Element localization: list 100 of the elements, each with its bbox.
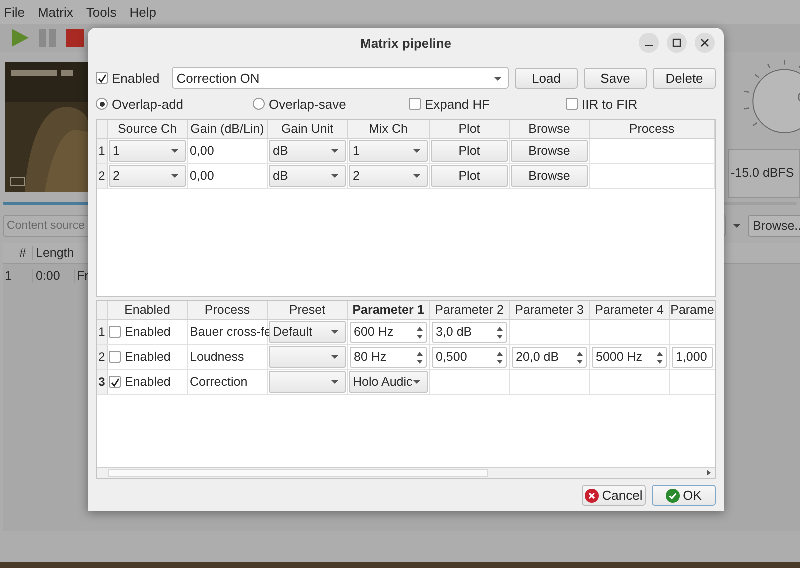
column-header: Process: [188, 301, 268, 319]
menu-item[interactable]: Matrix: [38, 4, 74, 20]
table-cell-text: Correction: [189, 375, 248, 389]
table-cell: 0:00: [32, 269, 74, 283]
close-icon[interactable]: [694, 32, 716, 54]
column-header: Source Ch: [108, 120, 188, 138]
row-header: 1: [97, 320, 108, 344]
cell-button[interactable]: Browse: [511, 165, 588, 187]
caret-icon: [171, 149, 179, 154]
level-reading: -15.0 dBFS: [728, 148, 800, 198]
spin-field[interactable]: 3,0 dB: [432, 322, 507, 342]
action-button[interactable]: Delete: [653, 68, 716, 88]
cell-dropdown[interactable]: dB: [269, 165, 346, 187]
column-header: Parameter 1: [348, 301, 430, 319]
cell-dropdown[interactable]: 2: [109, 165, 186, 187]
column-header: Browse: [510, 120, 590, 138]
checkbox-label: Enabled: [125, 325, 171, 339]
action-button[interactable]: Load: [515, 68, 578, 88]
checkbox-label: Enabled: [125, 375, 171, 389]
scroll-right-icon[interactable]: [705, 469, 713, 477]
checkbox[interactable]: [109, 351, 121, 363]
spin-arrows-icon: [496, 350, 504, 366]
menu-item[interactable]: File: [4, 4, 25, 20]
preset-dropdown[interactable]: Correction ON: [172, 67, 509, 89]
pause-icon[interactable]: [38, 28, 58, 48]
horizontal-scrollbar[interactable]: [97, 467, 715, 478]
column-header: Process: [590, 120, 715, 138]
row-header: 3: [97, 370, 108, 394]
column-header: Parame: [670, 301, 715, 319]
cell-dropdown[interactable]: 1: [109, 140, 186, 162]
spin-arrows-icon: [656, 350, 664, 366]
dialog-button[interactable]: OK: [652, 485, 716, 506]
cell-dropdown[interactable]: dB: [269, 140, 346, 162]
column-header: #: [18, 246, 28, 260]
cell-dropdown[interactable]: [269, 346, 346, 368]
option-label: IIR to FIR: [582, 96, 638, 112]
caret-icon: [331, 330, 339, 335]
cell-button[interactable]: Plot: [431, 165, 508, 187]
spin-field[interactable]: 0,500: [432, 346, 507, 368]
spin-field[interactable]: 80 Hz: [350, 346, 427, 368]
spin-field[interactable]: 600 Hz: [350, 322, 427, 342]
column-header: Parameter 4: [590, 301, 670, 319]
column-header: Gain (dB/Lin): [188, 120, 268, 138]
cell-dropdown[interactable]: 2: [349, 165, 428, 187]
column-header: Gain Unit: [268, 120, 348, 138]
spin-field[interactable]: 20,0 dB: [512, 346, 587, 368]
play-icon[interactable]: [10, 28, 30, 48]
dialog-button[interactable]: Cancel: [582, 485, 646, 506]
checkbox-label: Enabled: [125, 350, 171, 364]
action-button[interactable]: Save: [584, 68, 647, 88]
checkbox[interactable]: [409, 98, 421, 110]
table-cell-text: 0,00: [189, 169, 214, 183]
cell-button[interactable]: Browse: [511, 140, 588, 162]
cell-dropdown[interactable]: [269, 371, 346, 393]
menu-item[interactable]: Tools: [86, 4, 117, 20]
table-cell-text: 0,00: [189, 144, 214, 158]
column-header: Parameter 2: [430, 301, 510, 319]
column-header: Plot: [430, 120, 510, 138]
cell-dropdown[interactable]: Holo Audic: [349, 371, 428, 393]
column-header: Preset: [268, 301, 348, 319]
caret-icon: [413, 380, 421, 385]
checkbox[interactable]: [109, 376, 121, 388]
column-header: Length: [32, 246, 74, 260]
ok-icon: [666, 488, 680, 502]
minimize-icon[interactable]: [638, 32, 660, 54]
row-header: 2: [97, 164, 108, 188]
row-header: 2: [97, 345, 108, 369]
row-number: 1: [4, 269, 13, 283]
column-header: Enabled: [108, 301, 188, 319]
spin-field[interactable]: 1,000: [672, 346, 713, 368]
spin-field[interactable]: 5000 Hz: [592, 346, 667, 368]
caret-icon: [171, 174, 179, 179]
spin-arrows-icon: [496, 324, 504, 340]
caret-icon: [493, 76, 503, 82]
spin-arrows-icon: [416, 350, 424, 366]
caret-icon: [331, 380, 339, 385]
option-label: Overlap-save: [269, 96, 346, 112]
cell-dropdown[interactable]: Default: [269, 321, 346, 343]
spin-arrows-icon: [416, 324, 424, 340]
checkbox[interactable]: [109, 326, 121, 338]
row-header: 1: [97, 139, 108, 163]
option-label: Overlap-add: [112, 96, 184, 112]
radio-button[interactable]: [96, 98, 108, 110]
cell-button[interactable]: Plot: [431, 140, 508, 162]
caret-icon: [413, 149, 421, 154]
checkbox[interactable]: [96, 72, 108, 84]
checkbox[interactable]: [566, 98, 578, 110]
cancel-icon: [585, 488, 600, 502]
column-header: Parameter 3: [510, 301, 590, 319]
checkbox-label: Enabled: [112, 70, 160, 86]
column-header: Mix Ch: [348, 120, 430, 138]
menu-item[interactable]: Help: [130, 4, 156, 20]
option-label: Expand HF: [425, 96, 490, 112]
spin-arrows-icon: [576, 350, 584, 366]
radio-button[interactable]: [253, 98, 265, 110]
cell-dropdown[interactable]: 1: [349, 140, 428, 162]
table-cell-text: Loudness: [189, 350, 244, 364]
caret-icon: [331, 174, 339, 179]
maximize-icon[interactable]: [666, 32, 688, 54]
window-title: Matrix pipeline: [360, 36, 452, 50]
